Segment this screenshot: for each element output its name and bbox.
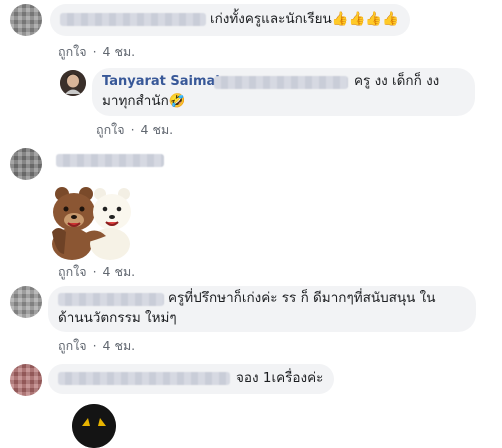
separator: · [92, 338, 97, 353]
avatar[interactable] [10, 4, 42, 36]
comment-actions: ถูกใจ · 4 ชม. [58, 262, 135, 282]
blurred-author-name [58, 293, 164, 306]
comment-actions: ถูกใจ · 4 ชม. [58, 42, 135, 62]
bears-hug-sticker-icon [52, 187, 131, 260]
profile-photo-icon [60, 70, 86, 96]
avatar[interactable] [10, 364, 42, 396]
timestamp[interactable]: 4 ชม. [103, 264, 136, 279]
timestamp[interactable]: 4 ชม. [103, 44, 136, 59]
like-link[interactable]: ถูกใจ [58, 264, 87, 279]
comment-text: จอง 1เครื่องค่ะ [236, 370, 324, 386]
bear-sticker [48, 180, 132, 260]
timestamp[interactable]: 4 ชม. [141, 122, 174, 137]
timestamp[interactable]: 4 ชม. [103, 338, 136, 353]
separator: · [92, 264, 97, 279]
reply-text-line-2: มาทุกสำนัก🤣 [102, 93, 186, 109]
comment-text-line-2: ด้านนวัตกรรม ใหม่ๆ [58, 310, 177, 326]
separator: · [130, 122, 135, 137]
profile-photo-icon [72, 404, 116, 448]
blurred-author-name [60, 13, 206, 26]
comment-text-line-1: ครูที่ปรึกษาก็เก่งค่ะ รร ก็ ดีมากๆที่สนั… [168, 290, 436, 306]
comment-text: เก่งทั้งครูและนักเรียน👍👍👍👍 [210, 11, 400, 27]
like-link[interactable]: ถูกใจ [58, 44, 87, 59]
reply-text-line-1: ครู งง เด็กก็ งง [354, 73, 440, 89]
avatar[interactable] [72, 404, 116, 448]
blurred-author-name [58, 372, 230, 385]
separator: · [92, 44, 97, 59]
like-link[interactable]: ถูกใจ [58, 338, 87, 353]
blurred-tag [214, 76, 348, 89]
comment-actions: ถูกใจ · 4 ชม. [96, 120, 173, 140]
blurred-author-name [56, 154, 164, 167]
comment-actions: ถูกใจ · 4 ชม. [58, 336, 135, 356]
avatar[interactable] [10, 286, 42, 318]
avatar[interactable] [10, 148, 42, 180]
author-name[interactable]: Tanyarat Saimai [102, 74, 220, 89]
avatar[interactable] [60, 70, 86, 96]
like-link[interactable]: ถูกใจ [96, 122, 125, 137]
